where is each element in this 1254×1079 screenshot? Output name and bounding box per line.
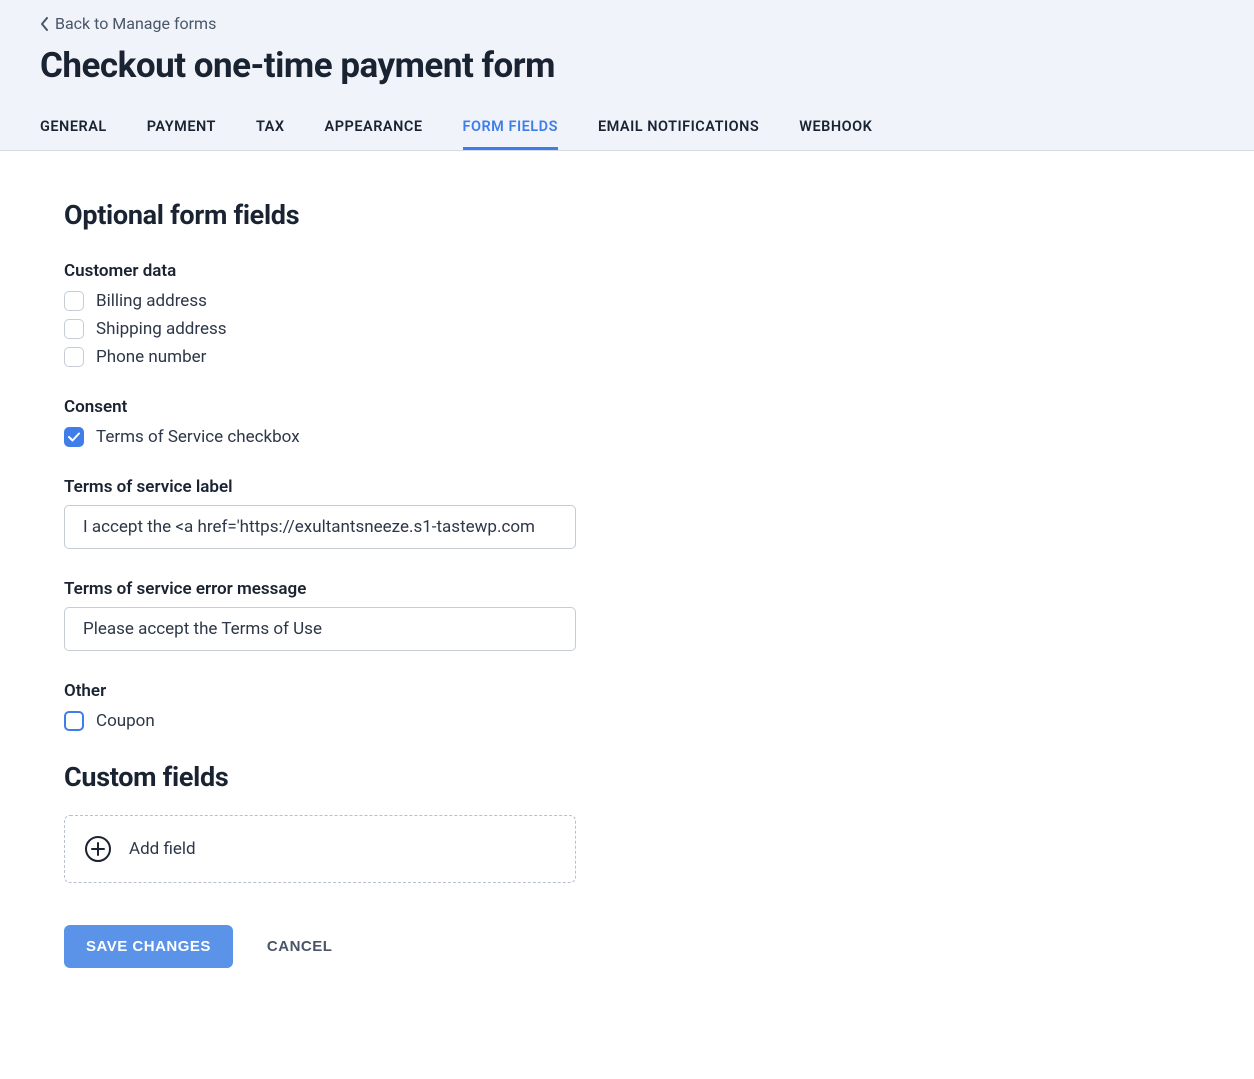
tab-form-fields[interactable]: FORM FIELDS (463, 108, 558, 150)
coupon-option[interactable]: Coupon (64, 711, 656, 731)
tab-payment[interactable]: PAYMENT (147, 108, 216, 150)
tos-error-input[interactable] (64, 607, 576, 651)
page-header: Back to Manage forms Checkout one-time p… (0, 0, 1254, 151)
tabs-nav: GENERAL PAYMENT TAX APPEARANCE FORM FIEL… (40, 108, 1214, 150)
billing-address-checkbox[interactable] (64, 291, 84, 311)
tab-webhook[interactable]: WEBHOOK (799, 108, 872, 150)
other-label: Other (64, 681, 656, 701)
custom-fields-title: Custom fields (64, 761, 656, 793)
tos-error-field-label: Terms of service error message (64, 579, 656, 599)
coupon-label: Coupon (96, 711, 155, 731)
tab-email-notifications[interactable]: EMAIL NOTIFICATIONS (598, 108, 759, 150)
shipping-address-option[interactable]: Shipping address (64, 319, 656, 339)
back-link[interactable]: Back to Manage forms (40, 14, 216, 33)
phone-number-option[interactable]: Phone number (64, 347, 656, 367)
tab-appearance[interactable]: APPEARANCE (325, 108, 423, 150)
page-title: Checkout one-time payment form (40, 45, 1214, 86)
consent-group: Consent Terms of Service checkbox (64, 397, 656, 447)
tos-checkbox[interactable] (64, 427, 84, 447)
other-group: Other Coupon (64, 681, 656, 731)
billing-address-label: Billing address (96, 291, 207, 311)
billing-address-option[interactable]: Billing address (64, 291, 656, 311)
consent-label: Consent (64, 397, 656, 417)
tos-error-field-block: Terms of service error message (64, 579, 656, 651)
tos-checkbox-label: Terms of Service checkbox (96, 427, 300, 447)
phone-number-label: Phone number (96, 347, 206, 367)
add-field-button[interactable]: Add field (64, 815, 576, 883)
shipping-address-label: Shipping address (96, 319, 227, 339)
form-actions: SAVE CHANGES CANCEL (64, 925, 656, 968)
customer-data-label: Customer data (64, 261, 656, 281)
tos-checkbox-option[interactable]: Terms of Service checkbox (64, 427, 656, 447)
phone-number-checkbox[interactable] (64, 347, 84, 367)
tos-label-input[interactable] (64, 505, 576, 549)
main-content: Optional form fields Customer data Billi… (0, 151, 720, 1016)
save-button[interactable]: SAVE CHANGES (64, 925, 233, 968)
tos-label-field-block: Terms of service label (64, 477, 656, 549)
shipping-address-checkbox[interactable] (64, 319, 84, 339)
cancel-button[interactable]: CANCEL (267, 938, 333, 955)
tos-label-field-label: Terms of service label (64, 477, 656, 497)
tab-general[interactable]: GENERAL (40, 108, 107, 150)
chevron-left-icon (40, 17, 49, 31)
tab-tax[interactable]: TAX (256, 108, 285, 150)
back-link-label: Back to Manage forms (55, 14, 216, 33)
optional-fields-title: Optional form fields (64, 199, 656, 231)
add-field-label: Add field (129, 839, 196, 859)
customer-data-group: Customer data Billing address Shipping a… (64, 261, 656, 367)
plus-circle-icon (85, 836, 111, 862)
coupon-checkbox[interactable] (64, 711, 84, 731)
